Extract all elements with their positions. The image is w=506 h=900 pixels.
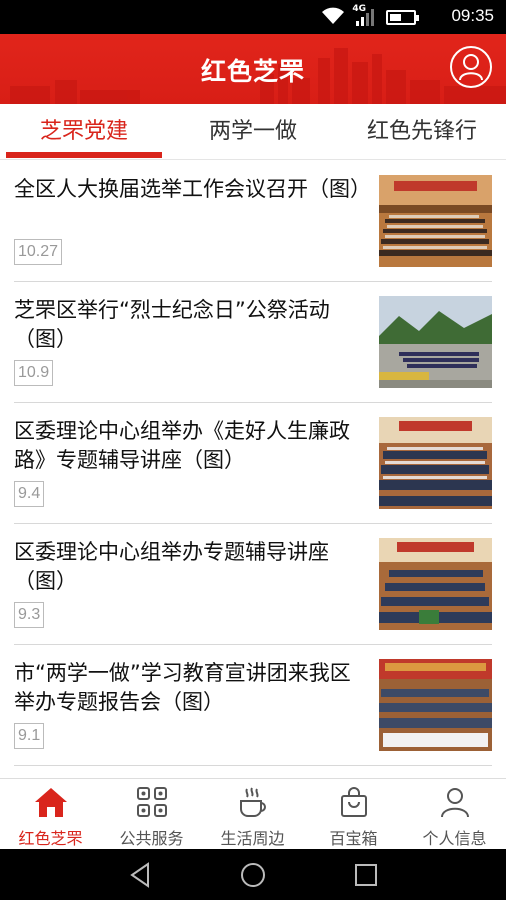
news-date: 9.3 [14,602,45,628]
news-item[interactable]: 全区人大换届选举工作会议召开（图） 10.27 [14,161,492,282]
user-icon [459,54,483,81]
battery-icon [386,10,419,25]
home-icon [35,788,67,817]
grid-icon [137,787,167,817]
user-profile-button[interactable] [450,46,492,88]
news-date: 10.9 [14,360,54,386]
system-navigation-bar [0,849,506,900]
coffee-cup-icon [240,787,266,817]
status-bar: 4G 09:35 [0,0,506,34]
news-item[interactable]: 芝罘区举行“烈士纪念日”公祭活动（图） 10.9 [14,282,492,403]
tabs-divider [0,159,506,160]
news-title: 全区人大换届选举工作会议召开（图） [14,177,371,201]
nav-item-treasure-box[interactable]: 百宝箱 [303,779,404,850]
clock: 09:35 [451,6,494,25]
news-item[interactable]: 区委理论中心组举办专题辅导讲座（图） 9.3 [14,524,492,645]
back-icon[interactable] [126,861,154,889]
wifi-icon [322,7,344,24]
news-title: 区委理论中心组举办《走好人生廉政路》专题辅导讲座（图） [14,419,350,472]
nav-label: 生活周边 [220,829,285,848]
app-title: 红色芝罘 [200,57,305,86]
news-date: 9.1 [14,723,45,749]
shopping-bag-icon [341,787,367,817]
bottom-navigation: 红色芝罘 公共服务 生活周边 百宝箱 个人信息 [0,778,506,849]
nav-item-personal-info[interactable]: 个人信息 [404,779,505,850]
news-title: 市“两学一做”学习教育宣讲团来我区举办专题报告会（图） [14,661,351,714]
news-thumbnail [379,175,492,267]
news-title: 区委理论中心组举办专题辅导讲座（图） [14,540,329,593]
news-thumbnail [379,296,492,388]
tab-two-learn-one-do[interactable]: 两学一做 [170,104,336,160]
news-item[interactable]: 市“两学一做”学习教育宣讲团来我区举办专题报告会（图） 9.1 [14,645,492,766]
news-date: 9.4 [14,481,45,507]
news-thumbnail [379,659,492,751]
recents-icon[interactable] [352,861,380,889]
signal-icon [356,9,374,26]
person-icon [441,788,469,818]
nav-item-life-nearby[interactable]: 生活周边 [202,779,303,850]
nav-label: 个人信息 [422,829,487,848]
nav-label: 红色芝罘 [18,829,83,848]
news-thumbnail [379,417,492,509]
nav-label: 公共服务 [119,829,184,848]
news-title: 芝罘区举行“烈士纪念日”公祭活动（图） [14,298,330,351]
news-date: 10.27 [14,239,63,265]
active-tab-indicator [6,152,162,158]
nav-item-red-zhifu[interactable]: 红色芝罘 [0,779,101,850]
news-thumbnail [379,538,492,630]
app-header: 红色芝罘 [0,34,506,104]
home-circle-icon[interactable] [239,861,267,889]
news-list: 全区人大换届选举工作会议召开（图） 10.27 芝罘区举行“烈士纪念日”公祭活动… [0,161,506,778]
nav-label: 百宝箱 [329,829,378,848]
nav-item-public-services[interactable]: 公共服务 [101,779,202,850]
tab-red-vanguard[interactable]: 红色先锋行 [344,104,500,160]
news-item[interactable]: 区委理论中心组举办《走好人生廉政路》专题辅导讲座（图） 9.4 [14,403,492,524]
